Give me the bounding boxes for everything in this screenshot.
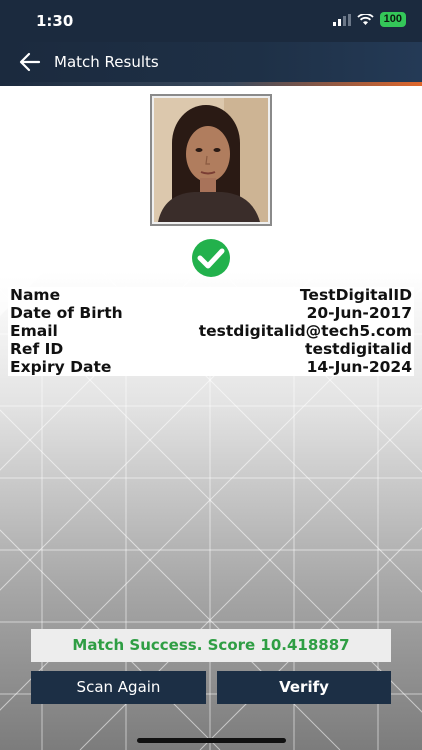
detail-row-name: Name TestDigitalID [8, 287, 414, 305]
face-photo [150, 94, 272, 226]
detail-label: Email [10, 321, 58, 340]
page-title: Match Results [54, 53, 159, 71]
detail-value: testdigitalid@tech5.com [198, 321, 412, 340]
detail-label: Date of Birth [10, 304, 123, 323]
detail-value: TestDigitalID [299, 286, 412, 305]
match-status-banner: Match Success. Score 10.418887 [31, 629, 391, 662]
portrait-illustration [154, 98, 268, 222]
status-time: 1:30 [36, 12, 74, 30]
detail-label: Name [10, 286, 61, 305]
detail-value: 20-Jun-2017 [306, 304, 412, 323]
verify-button[interactable]: Verify [217, 671, 391, 704]
detail-label: Ref ID [10, 339, 64, 358]
detail-value: testdigitalid [305, 339, 412, 358]
face-photo-image [154, 98, 268, 222]
back-button[interactable] [18, 51, 42, 73]
check-circle-icon [187, 238, 235, 278]
detail-label: Expiry Date [10, 357, 112, 376]
arrow-left-icon [19, 52, 41, 72]
detail-value: 14-Jun-2024 [306, 357, 412, 376]
status-icons: 100 [332, 12, 406, 27]
detail-row-email: Email testdigitalid@tech5.com [8, 321, 414, 341]
app-bar: Match Results [0, 42, 422, 82]
detail-row-dob: Date of Birth 20-Jun-2017 [8, 305, 414, 323]
detail-row-ref-id: Ref ID testdigitalid [8, 340, 414, 358]
scan-again-button[interactable]: Scan Again [31, 671, 206, 704]
home-indicator[interactable] [137, 738, 286, 743]
battery-icon: 100 [379, 12, 406, 27]
wifi-icon [357, 13, 374, 25]
signal-icon [332, 13, 351, 26]
status-bar: 1:30 100 [0, 0, 422, 42]
detail-row-expiry: Expiry Date 14-Jun-2024 [8, 358, 414, 376]
details-table: Name TestDigitalID Date of Birth 20-Jun-… [8, 287, 414, 376]
